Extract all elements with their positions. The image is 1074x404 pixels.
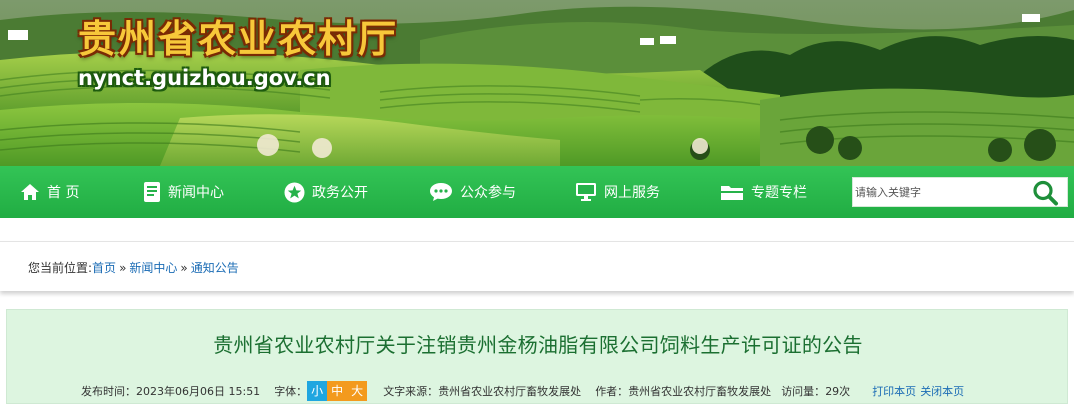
font-medium-button[interactable]: 中: [327, 381, 348, 401]
author-label: 作者：: [595, 385, 629, 398]
source-label: 文字来源：: [383, 385, 439, 398]
chat-icon: [430, 183, 452, 201]
nav-government[interactable]: 政务公开: [284, 166, 368, 218]
nav-online-service-label: 网上服务: [604, 185, 660, 201]
publish-time-label: 发布时间：: [81, 385, 136, 398]
nav-online-service[interactable]: 网上服务: [575, 166, 660, 218]
search-input[interactable]: [853, 178, 1025, 206]
search-icon: [1033, 180, 1058, 206]
breadcrumb-separator: »: [180, 261, 188, 275]
breadcrumb-separator: »: [119, 261, 127, 275]
article-title: 贵州省农业农村厅关于注销贵州金杨油脂有限公司饲料生产许可证的公告: [213, 333, 863, 357]
header-banner: 贵州省农业农村厅 nynct.guizhou.gov.cn: [0, 0, 1074, 166]
site-title: 贵州省农业农村厅: [78, 17, 399, 61]
close-page-link[interactable]: 关闭本页: [920, 383, 964, 399]
nav-news[interactable]: 新闻中心: [143, 166, 224, 218]
nav-special-topics[interactable]: 专题专栏: [720, 166, 807, 218]
document-icon: [144, 182, 160, 202]
source-value: 贵州省农业农村厅畜牧发展处: [438, 385, 582, 398]
nav-participation[interactable]: 公众参与: [429, 166, 516, 218]
nav-government-label: 政务公开: [312, 185, 368, 201]
breadcrumb-news-center[interactable]: 新闻中心: [129, 261, 177, 275]
breadcrumb-prefix: 您当前位置:: [28, 261, 93, 275]
nav-special-topics-label: 专题专栏: [751, 185, 807, 201]
star-icon: [284, 182, 305, 202]
breadcrumb-bar: 您当前位置:首页» 新闻中心» 通知公告: [0, 241, 1074, 291]
search-box: [852, 177, 1068, 207]
font-size-label: 字体：: [274, 385, 308, 398]
nav-news-label: 新闻中心: [168, 185, 224, 201]
nav-participation-label: 公众参与: [460, 185, 516, 201]
nav-home-label: 首 页: [47, 185, 80, 201]
font-small-button[interactable]: 小: [307, 381, 328, 401]
views-value: 29次: [825, 385, 851, 398]
article-meta: 发布时间： 2023年06月06日 15:51 字体： 小 中 大 文字来源： …: [81, 380, 964, 402]
breadcrumb: 您当前位置:首页» 新闻中心» 通知公告: [28, 259, 239, 276]
article-panel: 贵州省农业农村厅关于注销贵州金杨油脂有限公司饲料生产许可证的公告 发布时间： 2…: [6, 309, 1068, 404]
breadcrumb-home[interactable]: 首页: [92, 261, 116, 275]
author-value: 贵州省农业农村厅畜牧发展处: [628, 385, 772, 398]
nav-home[interactable]: 首 页: [20, 166, 79, 218]
print-page-link[interactable]: 打印本页: [872, 383, 916, 399]
views-label: 访问量：: [781, 385, 826, 398]
monitor-icon: [576, 183, 596, 201]
site-domain: nynct.guizhou.gov.cn: [78, 66, 331, 90]
home-icon: [21, 184, 39, 200]
font-large-button[interactable]: 大: [347, 381, 368, 401]
breadcrumb-notices[interactable]: 通知公告: [191, 261, 239, 275]
folder-icon: [721, 186, 743, 200]
publish-time: 2023年06月06日 15:51: [136, 385, 261, 398]
search-button[interactable]: [1029, 179, 1063, 206]
